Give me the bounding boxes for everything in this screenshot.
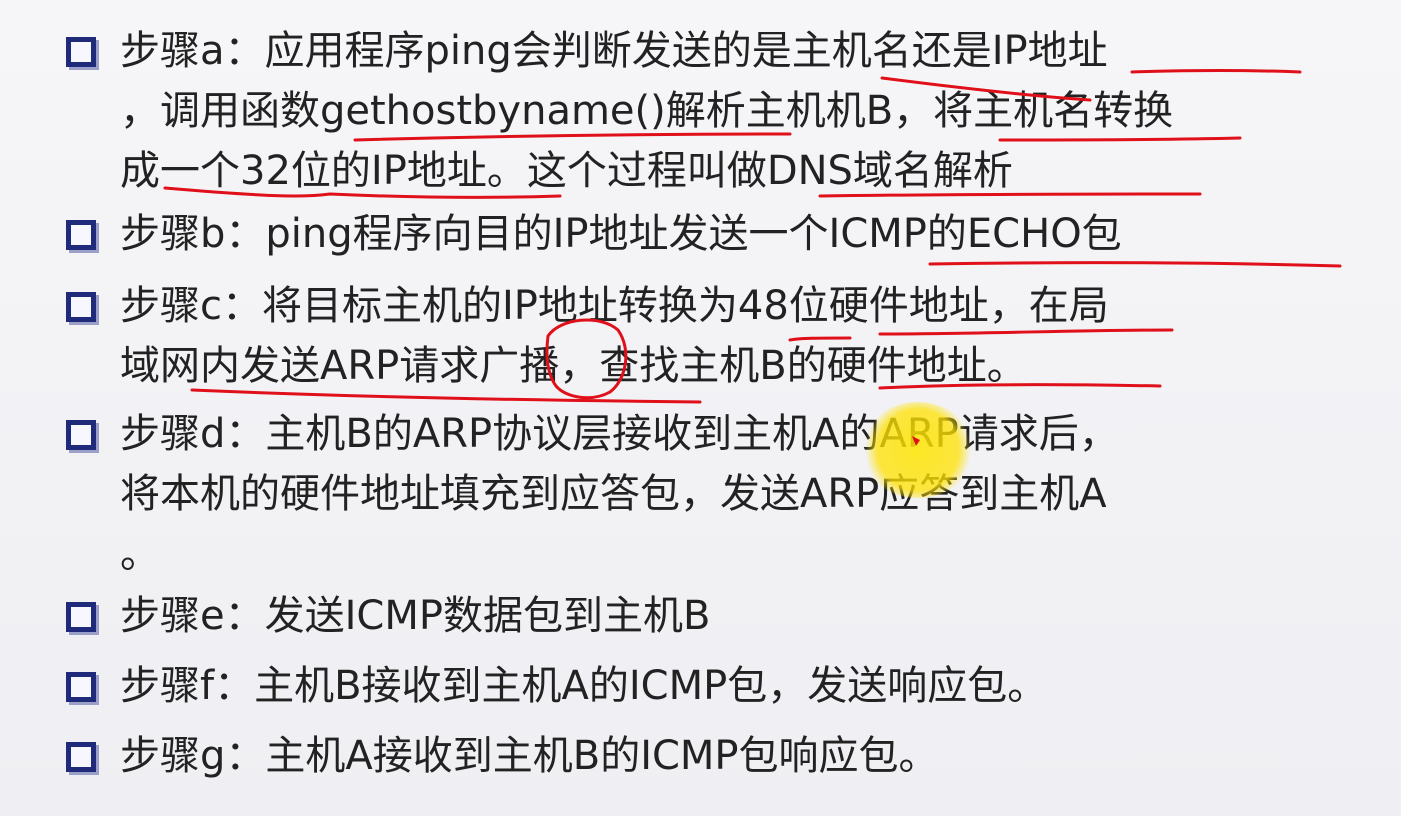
underline-annotation [1130,69,1302,74]
step-a-line-3: 成一个32位的IP地址。这个过程叫做DNS域名解析 [120,148,1013,194]
step-g-line-1: 步骤g：主机A接收到主机B的ICMP包响应包。 [120,733,939,779]
step-f-line-1: 步骤f：主机B接收到主机A的ICMP包，发送响应包。 [120,663,1048,709]
checkbox-bullet-icon [66,37,96,67]
step-a-line-1: 步骤a：应用程序ping会判断发送的是主机名还是IP地址 [120,28,1108,74]
step-a-line-2: ，调用函数gethostbyname()解析主机机B，将主机名转换 [120,88,1174,134]
checkbox-bullet-icon [66,292,96,322]
step-d-line-3: 。 [120,531,160,577]
checkbox-bullet-icon [66,420,96,450]
step-b-line-1: 步骤b：ping程序向目的IP地址发送一个ICMP的ECHO包 [120,211,1122,257]
step-e-line-1: 步骤e：发送ICMP数据包到主机B [120,593,711,639]
checkbox-bullet-icon [66,220,96,250]
step-c-line-2: 域网内发送ARP请求广播，查找主机B的硬件地址。 [120,343,1027,389]
slide: 步骤a：应用程序ping会判断发送的是主机名还是IP地址 ，调用函数gethos… [0,0,1401,816]
cursor-highlight [862,402,974,498]
checkbox-bullet-icon [66,602,96,632]
checkbox-bullet-icon [66,742,96,772]
step-c-line-1: 步骤c：将目标主机的IP地址转换为48位硬件地址，在局 [120,283,1109,329]
checkbox-bullet-icon [66,672,96,702]
